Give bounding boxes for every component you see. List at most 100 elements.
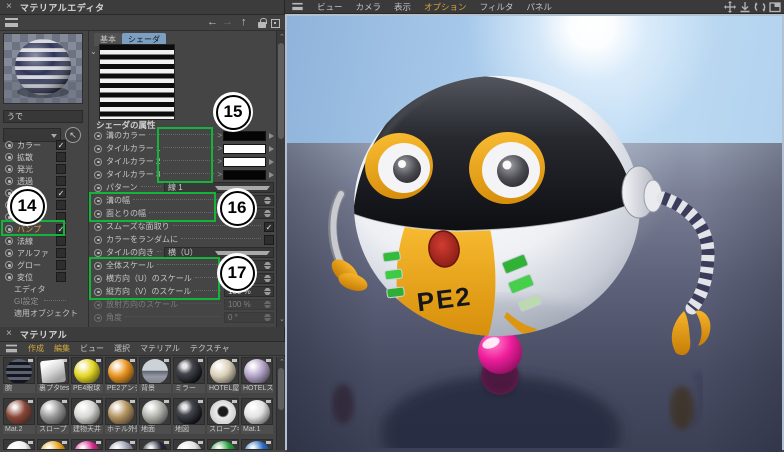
channel-enable-radio[interactable] — [5, 261, 13, 269]
lock-icon[interactable] — [258, 22, 266, 28]
channel-checkbox[interactable] — [56, 212, 66, 222]
material-thumb[interactable] — [37, 398, 69, 425]
material-thumb-partial[interactable] — [139, 439, 171, 450]
channel-checkbox[interactable] — [56, 152, 66, 162]
up-icon[interactable]: ↑ — [241, 16, 247, 28]
channel-enable-radio[interactable] — [5, 165, 13, 173]
spin-up-icon[interactable] — [264, 210, 271, 213]
channel-checkbox[interactable]: ✓ — [56, 188, 66, 198]
material-thumb-partial[interactable] — [173, 439, 205, 450]
back-icon[interactable]: ← — [207, 16, 218, 28]
viewport-menu-5[interactable]: パネル — [526, 1, 552, 13]
channel-row-3[interactable]: 透過 — [5, 175, 83, 187]
mm-menu-2[interactable]: ビュー — [80, 343, 104, 354]
material-thumb[interactable] — [37, 357, 69, 384]
spinner-arrows[interactable] — [261, 197, 271, 204]
channel-row-8[interactable]: 法線 — [5, 235, 83, 247]
mm-menu-5[interactable]: テクスチャ — [190, 343, 230, 354]
spin-down-icon[interactable] — [264, 214, 271, 217]
material-thumb[interactable] — [3, 398, 35, 425]
attribute-radio[interactable] — [94, 197, 102, 205]
channel-row-7[interactable]: バンプ✓ — [5, 223, 83, 235]
materials-scrollbar-thumb[interactable] — [278, 368, 284, 410]
spinner-arrows[interactable] — [261, 275, 271, 282]
dropdown-select[interactable]: 横（U） — [164, 247, 274, 258]
channel-row-12[interactable]: エディタ — [5, 283, 83, 295]
channel-row-0[interactable]: カラー✓ — [5, 139, 83, 151]
channel-checkbox[interactable]: ✓ — [56, 224, 66, 234]
channel-checkbox[interactable] — [56, 236, 66, 246]
dolly-view-icon[interactable] — [739, 1, 751, 13]
attribute-radio[interactable] — [94, 262, 102, 270]
material-thumb[interactable] — [71, 357, 103, 384]
material-thumb[interactable] — [105, 398, 137, 425]
material-thumb-partial[interactable] — [37, 439, 69, 450]
material-thumb-partial[interactable] — [241, 439, 273, 450]
channel-checkbox[interactable] — [56, 200, 66, 210]
menu-hamburger-icon[interactable] — [6, 345, 17, 353]
spinner-arrows[interactable] — [261, 288, 271, 295]
channel-enable-radio[interactable] — [5, 237, 13, 245]
viewport-menu-1[interactable]: カメラ — [356, 1, 382, 13]
attribute-radio[interactable] — [94, 275, 102, 283]
attribute-radio[interactable] — [94, 236, 102, 244]
mm-menu-0[interactable]: 作成 — [28, 343, 44, 354]
attribute-radio[interactable] — [94, 223, 102, 231]
color-swatch[interactable] — [223, 170, 266, 180]
channel-row-11[interactable]: 変位 — [5, 271, 83, 283]
viewport-menu-3[interactable]: オプション — [424, 1, 467, 13]
spin-down-icon[interactable] — [264, 279, 271, 282]
mm-menu-1[interactable]: 編集 — [54, 343, 70, 354]
attribute-radio[interactable] — [94, 301, 102, 309]
material-thumb[interactable] — [3, 357, 35, 384]
spin-up-icon[interactable] — [264, 275, 271, 278]
material-thumb[interactable] — [241, 398, 273, 425]
channel-enable-radio[interactable] — [5, 273, 13, 281]
toggle-view-icon[interactable] — [769, 1, 781, 13]
spin-down-icon[interactable] — [264, 292, 271, 295]
dropdown-select[interactable]: 線 1 — [164, 182, 274, 193]
channel-row-9[interactable]: アルファ — [5, 247, 83, 259]
channel-checkbox[interactable] — [56, 248, 66, 258]
spin-down-icon[interactable] — [264, 266, 271, 269]
material-thumb-partial[interactable] — [207, 439, 239, 450]
pan-view-icon[interactable] — [724, 1, 736, 13]
channel-checkbox[interactable]: ✓ — [56, 140, 66, 150]
scroll-up-icon[interactable]: ⌃ — [279, 358, 285, 366]
shader-link-icon[interactable] — [269, 146, 274, 152]
shader-scrollbar[interactable]: ⌄ ⌃ — [276, 31, 285, 327]
channel-checkbox[interactable] — [56, 164, 66, 174]
attribute-radio[interactable] — [94, 171, 102, 179]
channel-checkbox[interactable] — [56, 272, 66, 282]
scroll-up-icon[interactable]: ⌃ — [279, 33, 285, 41]
spin-up-icon[interactable] — [264, 262, 271, 265]
channel-enable-radio[interactable] — [5, 141, 13, 149]
shader-link-icon[interactable] — [269, 133, 274, 139]
material-thumb[interactable] — [139, 398, 171, 425]
channel-row-1[interactable]: 拡散 — [5, 151, 83, 163]
channel-row-2[interactable]: 発光 — [5, 163, 83, 175]
value-spinner[interactable]: 100 % — [224, 299, 274, 310]
channel-enable-radio[interactable] — [5, 153, 13, 161]
material-thumb[interactable] — [173, 398, 205, 425]
channel-row-13[interactable]: GI設定 — [5, 295, 83, 307]
channel-checkbox[interactable] — [56, 176, 66, 186]
material-thumb[interactable] — [173, 357, 205, 384]
material-thumb-partial[interactable] — [71, 439, 103, 450]
color-swatch[interactable] — [223, 157, 266, 167]
spin-up-icon[interactable] — [264, 301, 271, 304]
material-thumb[interactable] — [71, 398, 103, 425]
viewport-canvas[interactable]: PE2 — [285, 14, 784, 450]
attribute-checkbox[interactable]: ✓ — [264, 222, 274, 232]
channel-checkbox[interactable] — [56, 260, 66, 270]
scroll-down-icon[interactable]: ⌄ — [279, 315, 285, 323]
viewport-menu-0[interactable]: ビュー — [317, 1, 343, 13]
spinner-arrows[interactable] — [261, 262, 271, 269]
channel-row-10[interactable]: グロー — [5, 259, 83, 271]
channel-enable-radio[interactable] — [5, 177, 13, 185]
shader-link-icon[interactable] — [269, 172, 274, 178]
pin-icon[interactable] — [271, 19, 280, 28]
color-swatch[interactable] — [223, 144, 266, 154]
attribute-radio[interactable] — [94, 132, 102, 140]
viewport-menu-4[interactable]: フィルタ — [480, 1, 514, 13]
